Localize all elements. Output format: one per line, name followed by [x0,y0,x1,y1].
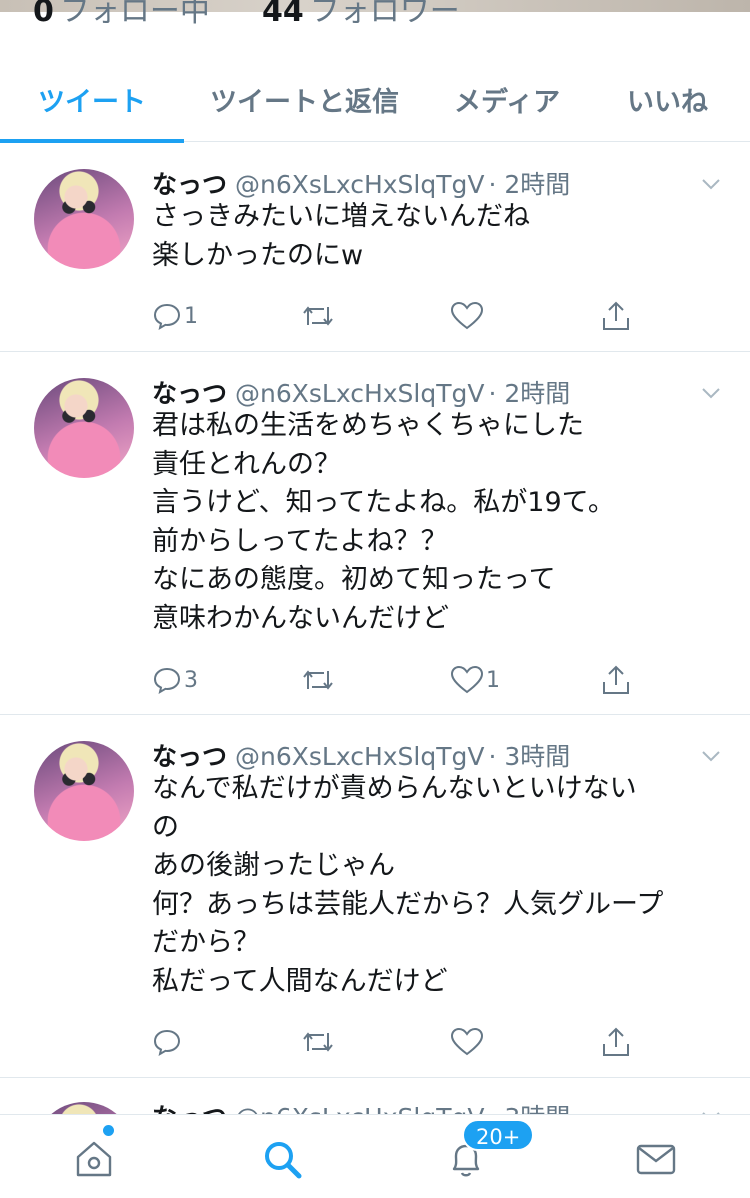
retweet-button[interactable] [300,1022,336,1062]
tab-media[interactable]: メディア [454,80,560,119]
like-count: 1 [486,667,500,693]
followers-stat[interactable]: 44 フォロワー [262,0,460,30]
retweet-icon [303,670,333,690]
heart-icon [450,1027,484,1056]
tweet-author-name[interactable]: なっつ [152,170,227,199]
tab-likes[interactable]: いいね [627,80,708,119]
tab-tweets[interactable]: ツイート [38,80,146,119]
profile-stats: 0 フォロー中 44 フォロワー [0,0,750,40]
tweet-header: なっつ @n6XsLxcHxSlqTgV · 2時間 [152,165,570,201]
reply-button[interactable] [152,1022,182,1062]
reply-count: 3 [184,667,198,693]
tweet-author-handle: @n6XsLxcHxSlqTgV [235,742,485,771]
heart-icon [450,665,484,694]
tweet-time: · 2時間 [488,379,571,408]
share-icon [603,1027,629,1056]
reply-icon [153,1029,181,1057]
tweet-header: なっつ @n6XsLxcHxSlqTgV · 2時間 [152,374,570,410]
following-count: 0 [33,0,54,29]
like-button[interactable]: 1 [450,660,500,700]
tweet[interactable]: なっつ @n6XsLxcHxSlqTgV · 2時間 さっきみたいに増えないんだね … [0,143,750,352]
tweet-text: なんで私だけが責めらんないといけない の あの後謝ったじゃん 何？あっちは芸能人… [152,773,664,997]
messages-icon[interactable] [634,1137,678,1181]
following-label: フォロー中 [59,0,210,29]
like-button[interactable] [450,1022,484,1062]
tweet-header: なっつ @n6XsLxcHxSlqTgV· 3時間 [152,737,570,773]
reply-icon [153,667,181,695]
tweet-author-name[interactable]: なっつ [152,742,227,771]
tweet[interactable]: なっつ @n6XsLxcHxSlqTgV · 2時間 君は私の生活をめちゃくちゃにし… [0,352,750,715]
notifications-badge: 20+ [462,1119,535,1151]
tweet-author-name[interactable]: なっつ [152,379,227,408]
reply-count: 1 [184,303,198,329]
tweet-time: · 3時間 [488,742,571,771]
chevron-down-icon[interactable] [700,173,722,195]
tab-tweets-and-replies[interactable]: ツイートと返信 [210,80,399,119]
retweet-icon [303,1032,333,1052]
share-button[interactable] [600,296,632,336]
retweet-button[interactable] [300,660,336,700]
followers-count: 44 [262,0,304,29]
search-icon[interactable] [260,1137,304,1181]
tweet-text: 君は私の生活をめちゃくちゃにした 責任とれんの？ 言うけど、知ってたよね。私が1… [152,410,615,634]
tweet-time: · 2時間 [488,170,571,199]
home-unread-dot [103,1125,114,1136]
heart-icon [450,301,484,330]
avatar[interactable] [34,169,134,269]
retweet-button[interactable] [300,296,336,336]
avatar[interactable] [34,378,134,478]
like-button[interactable] [450,296,484,336]
share-icon [603,665,629,694]
home-icon[interactable] [72,1137,116,1181]
followers-label: フォロワー [309,0,460,29]
reply-button[interactable]: 1 [152,296,198,336]
chevron-down-icon[interactable] [700,745,722,767]
tweet[interactable]: なっつ @n6XsLxcHxSlqTgV · 3時間 なんで私だけが責めらんないとい… [0,715,750,1078]
avatar[interactable] [34,741,134,841]
share-button[interactable] [600,1022,632,1062]
profile-tabs: ツイート ツイートと返信 メディア いいね [0,60,750,143]
reply-button[interactable]: 3 [152,660,198,700]
tweet-text: さっきみたいに増えないんだね 楽しかったのにw [152,201,530,271]
reply-icon [153,303,181,331]
tweet-author-handle: @n6XsLxcHxSlqTgV [235,170,485,199]
tweet-actions: 1 [0,296,750,336]
share-icon [603,301,629,330]
tweet-actions: 3 1 [0,660,750,700]
tweet-actions [0,1022,750,1062]
following-stat[interactable]: 0 フォロー中 [33,0,210,30]
chevron-down-icon[interactable] [700,382,722,404]
tweet-author-handle: @n6XsLxcHxSlqTgV [235,379,485,408]
share-button[interactable] [600,660,632,700]
retweet-icon [303,306,333,326]
bottom-navigation: 20+ [0,1114,750,1198]
